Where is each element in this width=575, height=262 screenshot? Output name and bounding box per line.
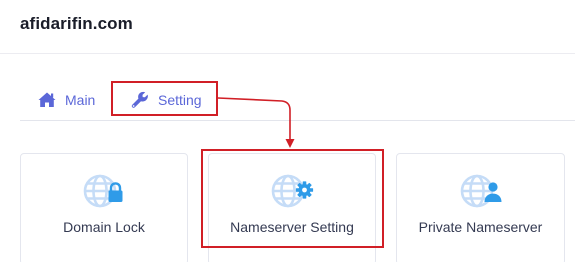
tabs-divider [20, 120, 575, 121]
nameserver-setting-card[interactable]: Nameserver Setting [208, 153, 376, 262]
home-icon [37, 90, 57, 110]
tab-setting-label: Setting [158, 92, 202, 108]
domain-lock-label: Domain Lock [63, 219, 145, 235]
header-divider [0, 53, 575, 54]
tab-setting[interactable]: Setting [112, 82, 217, 118]
tab-main-label: Main [65, 92, 96, 108]
tab-main[interactable]: Main [20, 82, 112, 118]
domain-lock-card[interactable]: Domain Lock [20, 153, 188, 262]
globe-user-icon [457, 171, 505, 211]
domain-title: afidarifin.com [20, 14, 133, 33]
private-nameserver-label: Private Nameserver [418, 219, 543, 235]
private-nameserver-card[interactable]: Private Nameserver [396, 153, 565, 262]
wrench-icon [130, 90, 150, 110]
globe-lock-icon [80, 171, 128, 211]
nameserver-setting-label: Nameserver Setting [230, 219, 354, 235]
globe-gear-icon [268, 171, 316, 211]
tab-bar: Main Setting [20, 82, 217, 118]
